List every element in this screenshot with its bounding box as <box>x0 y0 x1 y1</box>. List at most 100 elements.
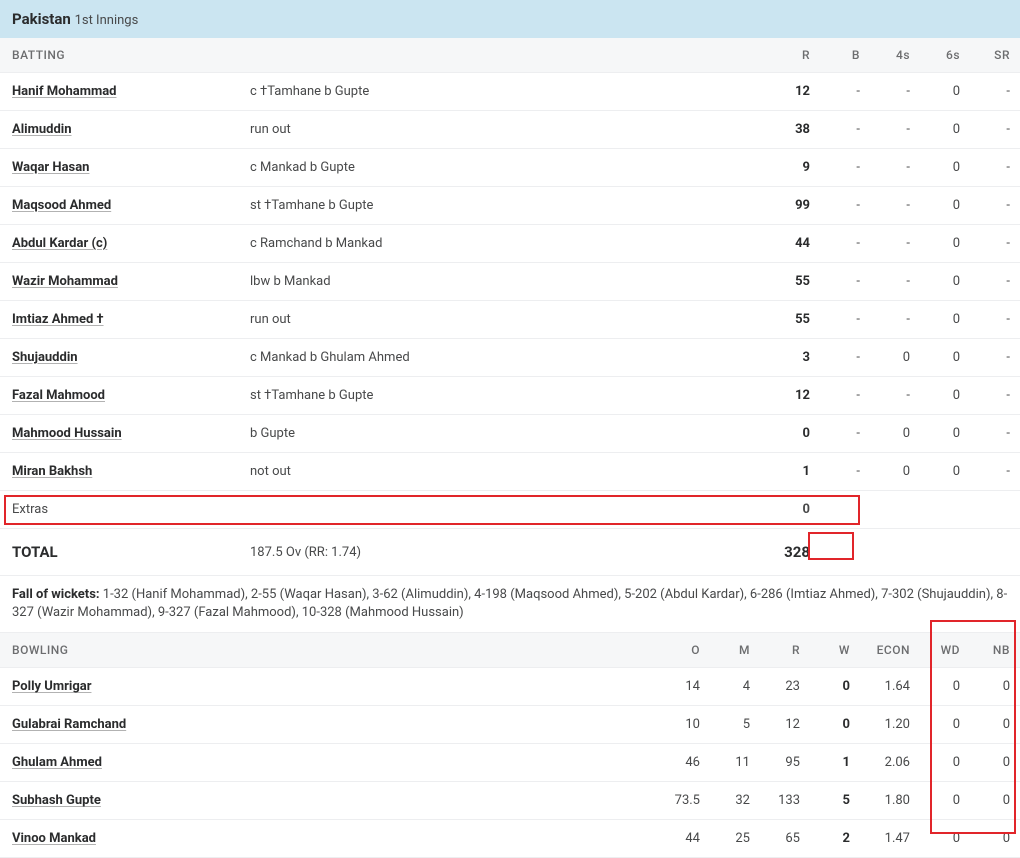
table-row: Gulabrai Ramchand1051201.2000 <box>0 706 1020 744</box>
wickets: 5 <box>810 782 860 820</box>
player-link[interactable]: Wazir Mohammad <box>12 274 118 289</box>
col-w: W <box>810 633 860 668</box>
table-row: Waqar Hasanc Mankad b Gupte9--0- <box>0 149 1020 187</box>
player-link[interactable]: Subhash Gupte <box>12 793 101 808</box>
player-link[interactable]: Miran Bakhsh <box>12 464 92 479</box>
dismissal: c Ramchand b Mankad <box>240 225 770 263</box>
batting-header-label: BATTING <box>0 38 240 73</box>
total-row: TOTAL187.5 Ov (RR: 1.74)328 <box>0 529 1020 576</box>
col-o: O <box>660 633 710 668</box>
dismissal: c †Tamhane b Gupte <box>240 73 770 111</box>
strike-rate: - <box>970 225 1020 263</box>
runs-conceded: 12 <box>760 706 810 744</box>
runs-conceded: 95 <box>760 744 810 782</box>
player-link[interactable]: Maqsood Ahmed <box>12 198 111 213</box>
balls: - <box>820 225 870 263</box>
balls: - <box>820 415 870 453</box>
strike-rate: - <box>970 453 1020 491</box>
runs: 99 <box>770 187 820 225</box>
no-balls: 0 <box>970 782 1020 820</box>
fours: - <box>870 111 920 149</box>
col-econ: ECON <box>860 633 920 668</box>
dismissal: b Gupte <box>240 415 770 453</box>
strike-rate: - <box>970 149 1020 187</box>
table-row: Subhash Gupte73.53213351.8000 <box>0 782 1020 820</box>
maidens: 5 <box>710 706 760 744</box>
col-sr: SR <box>970 38 1020 73</box>
balls: - <box>820 453 870 491</box>
fours: - <box>870 187 920 225</box>
no-balls: 0 <box>970 668 1020 706</box>
dismissal: st †Tamhane b Gupte <box>240 187 770 225</box>
sixes: 0 <box>920 225 970 263</box>
total-runs: 328 <box>770 529 820 576</box>
balls: - <box>820 111 870 149</box>
extras-runs: 0 <box>770 491 820 529</box>
fow-text: 1-32 (Hanif Mohammad), 2-55 (Waqar Hasan… <box>12 587 1007 620</box>
dismissal: st †Tamhane b Gupte <box>240 377 770 415</box>
overs: 10 <box>660 706 710 744</box>
player-link[interactable]: Waqar Hasan <box>12 160 89 175</box>
strike-rate: - <box>970 187 1020 225</box>
player-link[interactable]: Shujauddin <box>12 350 78 365</box>
player-link[interactable]: Hanif Mohammad <box>12 84 117 99</box>
dismissal: c Mankad b Ghulam Ahmed <box>240 339 770 377</box>
col-r: R <box>770 38 820 73</box>
innings-header: Pakistan 1st Innings <box>0 0 1020 38</box>
runs: 3 <box>770 339 820 377</box>
fours: - <box>870 263 920 301</box>
player-link[interactable]: Polly Umrigar <box>12 679 91 694</box>
player-link[interactable]: Abdul Kardar (c) <box>12 236 107 251</box>
wides: 0 <box>920 744 970 782</box>
table-row: Fazal Mahmoodst †Tamhane b Gupte12--0- <box>0 377 1020 415</box>
runs-conceded: 133 <box>760 782 810 820</box>
runs: 1 <box>770 453 820 491</box>
sixes: 0 <box>920 301 970 339</box>
balls: - <box>820 73 870 111</box>
innings-label: 1st Innings <box>75 13 139 28</box>
runs-conceded: 23 <box>760 668 810 706</box>
sixes: 0 <box>920 377 970 415</box>
fours: - <box>870 73 920 111</box>
player-link[interactable]: Mahmood Hussain <box>12 426 122 441</box>
wickets: 0 <box>810 706 860 744</box>
sixes: 0 <box>920 149 970 187</box>
economy: 1.64 <box>860 668 920 706</box>
table-row: Wazir Mohammadlbw b Mankad55--0- <box>0 263 1020 301</box>
sixes: 0 <box>920 453 970 491</box>
player-link[interactable]: Imtiaz Ahmed † <box>12 312 104 327</box>
no-balls: 0 <box>970 706 1020 744</box>
player-link[interactable]: Fazal Mahmood <box>12 388 105 403</box>
economy: 1.80 <box>860 782 920 820</box>
runs: 55 <box>770 263 820 301</box>
scorecard: Pakistan 1st Innings BATTING R B 4s 6s S… <box>0 0 1020 858</box>
runs-conceded: 65 <box>760 820 810 858</box>
balls: - <box>820 301 870 339</box>
col-6s: 6s <box>920 38 970 73</box>
runs: 0 <box>770 415 820 453</box>
runs: 38 <box>770 111 820 149</box>
maidens: 25 <box>710 820 760 858</box>
player-link[interactable]: Ghulam Ahmed <box>12 755 102 770</box>
fours: - <box>870 377 920 415</box>
player-link[interactable]: Vinoo Mankad <box>12 831 96 846</box>
bowling-header-label: BOWLING <box>0 633 660 668</box>
team-name: Pakistan <box>12 10 71 28</box>
balls: - <box>820 149 870 187</box>
col-nb: NB <box>970 633 1020 668</box>
strike-rate: - <box>970 73 1020 111</box>
player-link[interactable]: Alimuddin <box>12 122 72 137</box>
overs: 44 <box>660 820 710 858</box>
table-row: Maqsood Ahmedst †Tamhane b Gupte99--0- <box>0 187 1020 225</box>
fow-label: Fall of wickets: <box>12 587 100 602</box>
player-link[interactable]: Gulabrai Ramchand <box>12 717 126 732</box>
bowling-header-row: BOWLING O M R W ECON WD NB <box>0 633 1020 668</box>
runs: 55 <box>770 301 820 339</box>
dismissal: lbw b Mankad <box>240 263 770 301</box>
no-balls: 0 <box>970 744 1020 782</box>
sixes: 0 <box>920 263 970 301</box>
total-label: TOTAL <box>0 529 240 576</box>
sixes: 0 <box>920 111 970 149</box>
economy: 1.47 <box>860 820 920 858</box>
wides: 0 <box>920 782 970 820</box>
